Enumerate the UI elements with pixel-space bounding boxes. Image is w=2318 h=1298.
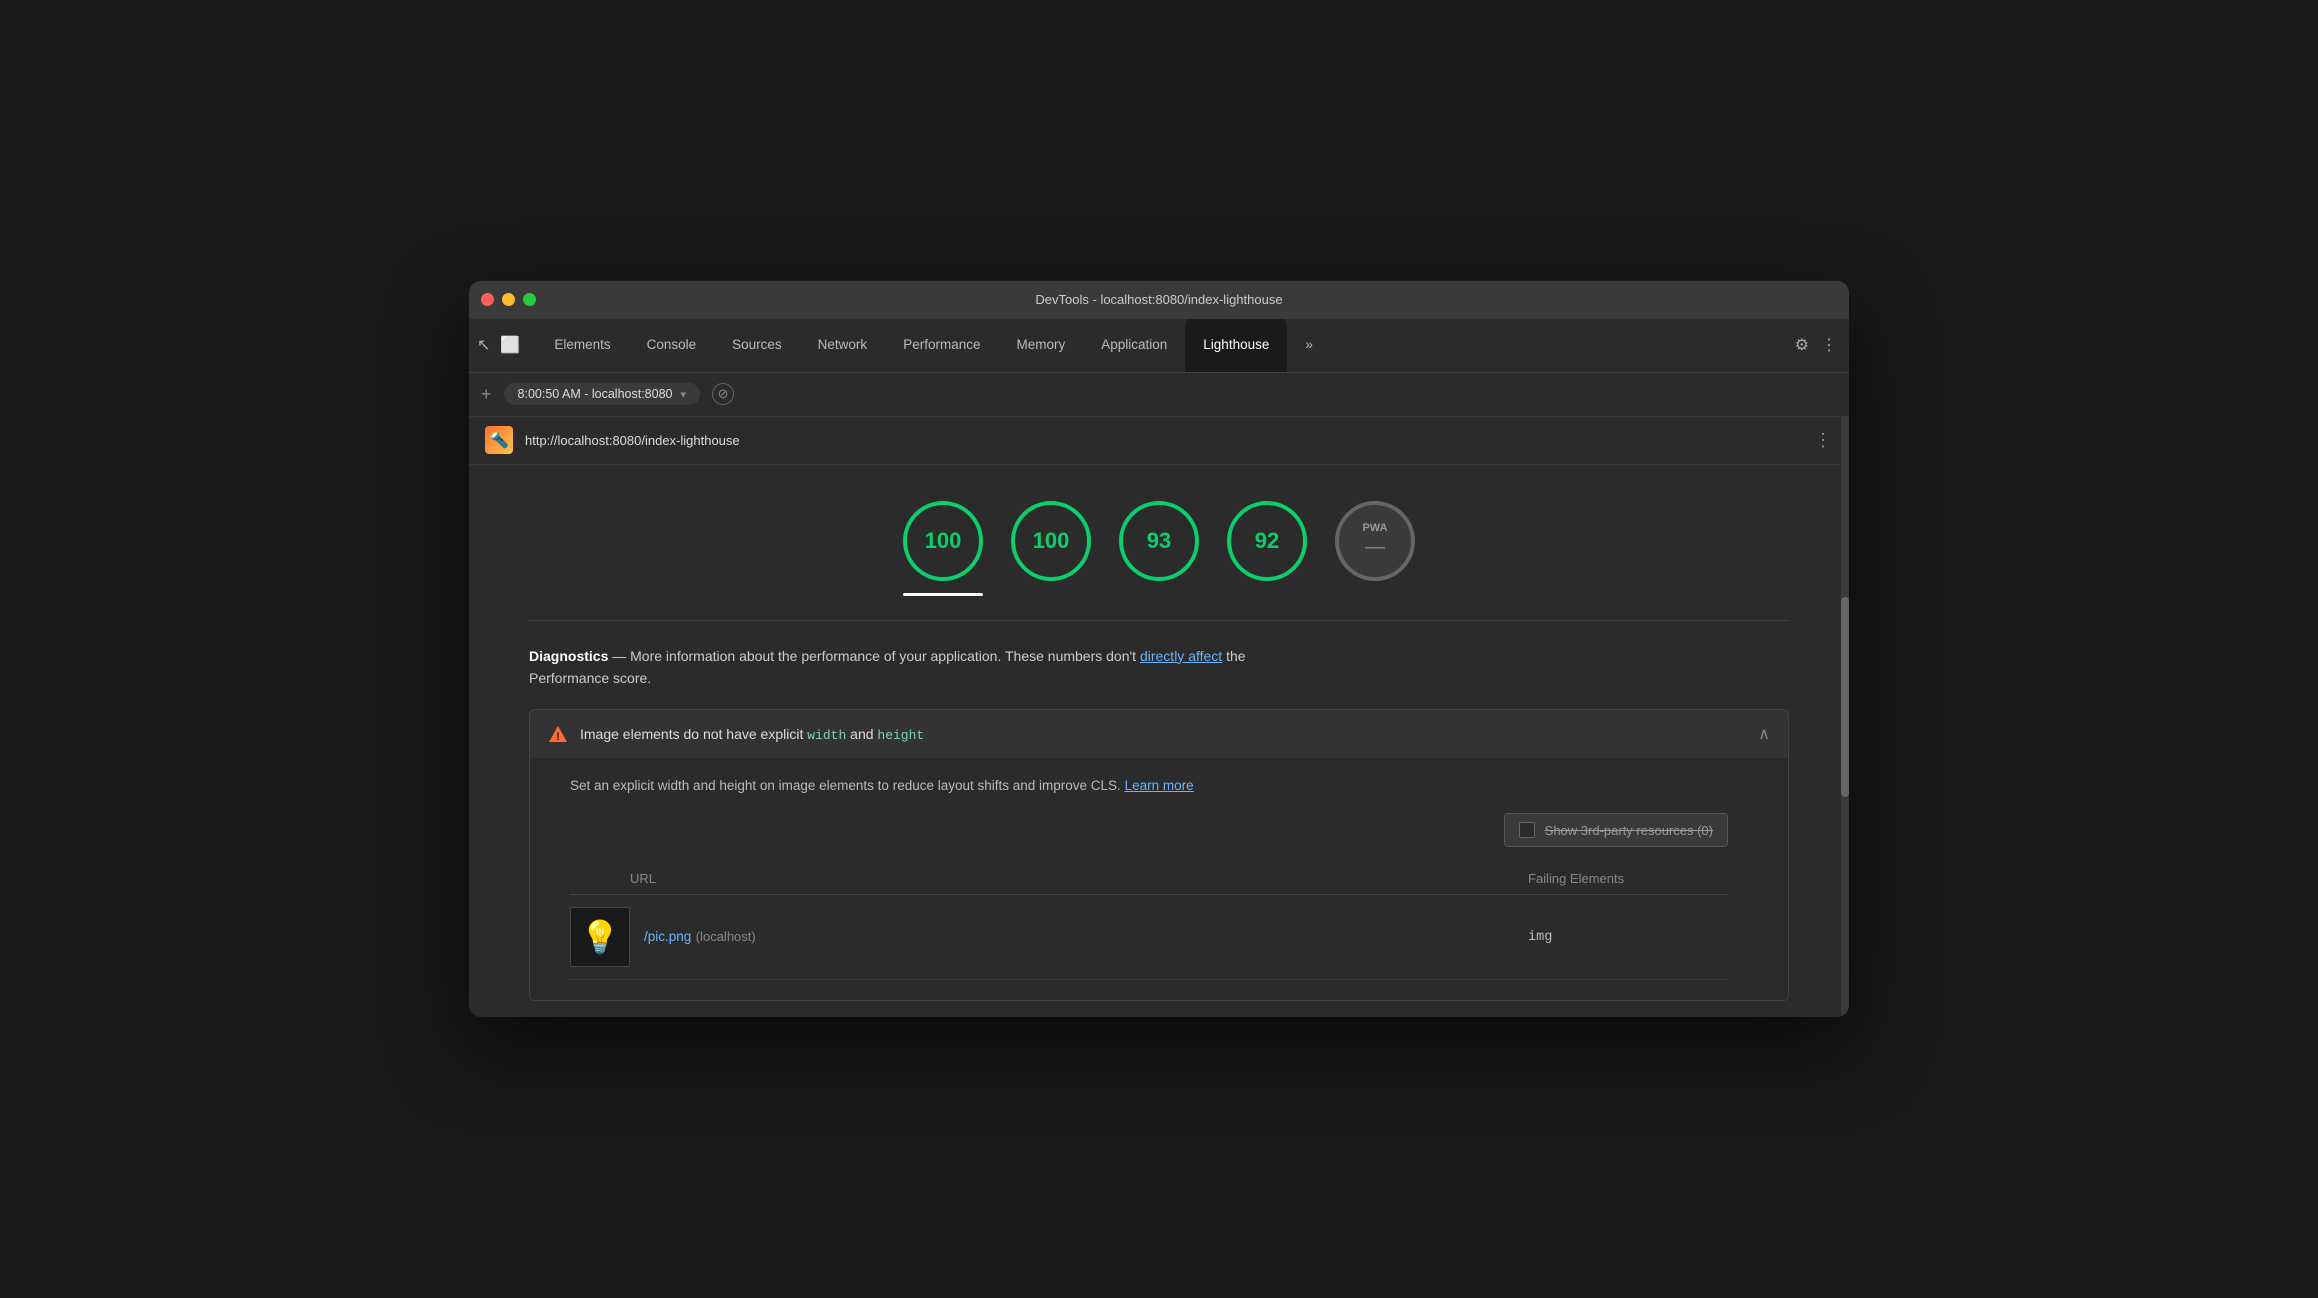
score-accessibility[interactable]: 100 <box>1011 501 1091 581</box>
lighthouse-url-bar: 🔦 http://localhost:8080/index-lighthouse… <box>469 417 1849 465</box>
tab-sources[interactable]: Sources <box>714 319 800 372</box>
tab-elements[interactable]: Elements <box>536 319 628 372</box>
warning-icon: ! <box>548 724 568 744</box>
checkbox-input[interactable] <box>1519 822 1535 838</box>
audit-header[interactable]: ! Image elements do not have explicit wi… <box>530 710 1788 758</box>
thumbnail: 💡 <box>570 907 630 967</box>
scrollbar-track[interactable] <box>1841 417 1849 1018</box>
url-cell: 💡 /pic.png (localhost) <box>570 907 1528 967</box>
url-display: 8:00:50 AM - localhost:8080 <box>518 387 673 401</box>
code-width: width <box>807 728 846 743</box>
more-vert-icon[interactable]: ⋮ <box>1821 335 1837 355</box>
url-link[interactable]: /pic.png <box>644 929 691 944</box>
diagnostics-line2: Performance score. <box>529 670 651 686</box>
lighthouse-icon: 🔦 <box>485 426 513 454</box>
diagnostics-desc-before: — More information about the performance… <box>612 648 1140 664</box>
traffic-lights <box>481 293 536 306</box>
tab-memory[interactable]: Memory <box>998 319 1083 372</box>
tab-more[interactable]: » <box>1287 319 1331 372</box>
cursor-icon[interactable]: ↖ <box>477 335 490 355</box>
learn-more-link[interactable]: Learn more <box>1125 778 1194 793</box>
window-body: 🔦 http://localhost:8080/index-lighthouse… <box>469 417 1849 1018</box>
url-dropdown-icon[interactable]: ▾ <box>680 388 686 401</box>
lighthouse-url: http://localhost:8080/index-lighthouse <box>525 433 740 448</box>
table-row: 💡 /pic.png (localhost) img <box>570 895 1728 980</box>
devtools-left-icons: ↖ ⬜ <box>477 319 536 372</box>
failing-elements-cell: img <box>1528 930 1728 945</box>
col-url-header: URL <box>570 871 1528 886</box>
address-bar: + 8:00:50 AM - localhost:8080 ▾ ⊘ <box>469 373 1849 417</box>
new-tab-button[interactable]: + <box>481 384 492 405</box>
scrollbar-thumb[interactable] <box>1841 597 1849 797</box>
audit-body: Set an explicit width and height on imag… <box>530 758 1788 1000</box>
tab-performance[interactable]: Performance <box>885 319 998 372</box>
third-party-label: Show 3rd-party resources (0) <box>1545 823 1713 838</box>
tab-lighthouse[interactable]: Lighthouse <box>1185 319 1287 372</box>
main-content: 100 100 93 92 <box>469 465 1849 1002</box>
score-accessibility-wrapper: 100 <box>1011 501 1091 596</box>
diagnostics-section: Diagnostics — More information about the… <box>469 621 1849 1002</box>
diagnostics-desc-after: the <box>1222 648 1245 664</box>
tab-network[interactable]: Network <box>800 319 886 372</box>
score-best-practices[interactable]: 93 <box>1119 501 1199 581</box>
devtools-window: DevTools - localhost:8080/index-lighthou… <box>469 281 1849 1018</box>
mobile-icon[interactable]: ⬜ <box>500 335 520 355</box>
more-options-icon[interactable]: ⋮ <box>1814 430 1833 451</box>
audit-description: Set an explicit width and height on imag… <box>570 778 1728 793</box>
audit-title: Image elements do not have explicit widt… <box>580 726 1746 743</box>
table-header: URL Failing Elements <box>570 863 1728 895</box>
tabs-right-controls: ⚙ ⋮ <box>1795 319 1849 372</box>
audit-collapse-icon[interactable]: ∧ <box>1758 724 1770 744</box>
window-title: DevTools - localhost:8080/index-lighthou… <box>1035 292 1282 307</box>
tab-application[interactable]: Application <box>1083 319 1185 372</box>
audit-item-image-dimensions: ! Image elements do not have explicit wi… <box>529 709 1789 1001</box>
tab-console[interactable]: Console <box>629 319 715 372</box>
settings-icon[interactable]: ⚙ <box>1795 335 1809 355</box>
score-seo-wrapper: 92 <box>1227 501 1307 596</box>
svg-text:!: ! <box>556 731 560 743</box>
close-button[interactable] <box>481 293 494 306</box>
url-host: (localhost) <box>696 929 756 944</box>
stop-icon[interactable]: ⊘ <box>712 383 734 405</box>
diagnostics-label: Diagnostics <box>529 648 608 664</box>
tabs-bar: ↖ ⬜ Elements Console Sources Network Per… <box>469 319 1849 373</box>
score-performance-wrapper: 100 <box>903 501 983 596</box>
third-party-checkbox[interactable]: Show 3rd-party resources (0) <box>1504 813 1728 847</box>
score-pwa[interactable]: PWA — <box>1335 501 1415 581</box>
score-seo[interactable]: 92 <box>1227 501 1307 581</box>
maximize-button[interactable] <box>523 293 536 306</box>
third-party-row: Show 3rd-party resources (0) <box>570 813 1728 847</box>
score-performance[interactable]: 100 <box>903 501 983 581</box>
score-best-practices-wrapper: 93 <box>1119 501 1199 596</box>
title-bar: DevTools - localhost:8080/index-lighthou… <box>469 281 1849 319</box>
url-box[interactable]: 8:00:50 AM - localhost:8080 ▾ <box>504 383 701 405</box>
diagnostics-header: Diagnostics — More information about the… <box>529 645 1789 690</box>
minimize-button[interactable] <box>502 293 515 306</box>
audit-table: URL Failing Elements 💡 /pic.png <box>570 863 1728 980</box>
score-pwa-wrapper: PWA — <box>1335 501 1415 596</box>
code-height: height <box>877 728 924 743</box>
directly-affect-link[interactable]: directly affect <box>1140 648 1222 664</box>
scores-row: 100 100 93 92 <box>469 485 1849 620</box>
col-failing-header: Failing Elements <box>1528 871 1728 886</box>
